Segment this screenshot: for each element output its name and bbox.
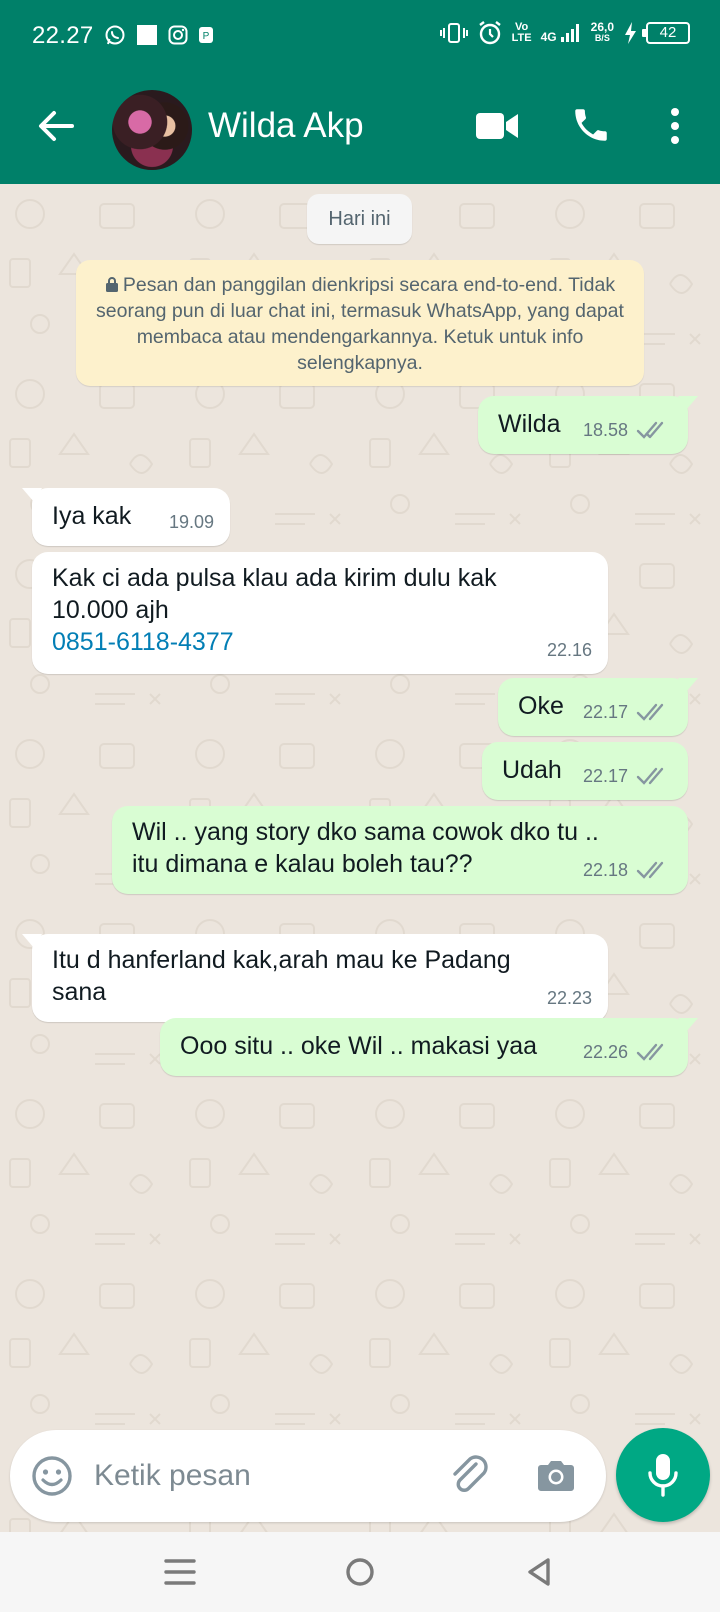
message-time: 22.17 — [582, 702, 628, 722]
message-incoming[interactable]: Itu d hanferland kak,arah mau ke Padang … — [22, 934, 608, 1022]
network-speed: 26,0 B/S — [590, 20, 614, 43]
phone-icon[interactable] — [570, 104, 612, 146]
alarm-icon — [478, 21, 501, 45]
home-icon[interactable] — [340, 1552, 380, 1592]
network-indicator: 4G — [541, 23, 582, 43]
message-outgoing[interactable]: Wilda 18.58 — [478, 396, 698, 454]
svg-text:P: P — [203, 31, 210, 42]
date-chip: Hari ini — [307, 194, 412, 244]
contact-name[interactable]: Wilda Akp — [208, 106, 364, 146]
bubble-tail — [22, 934, 42, 948]
message-outgoing[interactable]: Udah 22.17 — [482, 742, 688, 800]
status-bar: 22.27 P Vo LTE 4G 26,0 B/S 42 — [0, 0, 720, 70]
message-text: Kak ci ada pulsa klau ada kirim dulu kak… — [52, 564, 497, 624]
double-check-icon — [636, 767, 664, 785]
video-camera-icon[interactable] — [474, 108, 520, 144]
message-meta: 18.58 — [583, 414, 672, 446]
message-meta: 22.18 — [583, 854, 672, 886]
message-meta: 22.17 — [583, 696, 672, 728]
bubble-tail — [22, 488, 42, 502]
message-input[interactable] — [94, 1454, 414, 1498]
message-outgoing[interactable]: Wil .. yang story dko sama cowok dko tu … — [112, 806, 688, 894]
message-incoming[interactable]: Iya kak 19.09 — [22, 488, 230, 546]
message-meta: 19.09 — [169, 506, 214, 538]
message-time: 22.16 — [546, 640, 592, 660]
recent-apps-icon[interactable] — [160, 1554, 200, 1590]
message-incoming[interactable]: Kak ci ada pulsa klau ada kirim dulu kak… — [32, 552, 608, 674]
message-text: Oke — [518, 692, 564, 720]
square-notification-icon — [137, 25, 157, 45]
double-check-icon — [636, 703, 664, 721]
status-time: 22.27 — [32, 22, 94, 49]
double-check-icon — [636, 1043, 664, 1061]
encryption-notice[interactable]: Pesan dan panggilan dienkripsi secara en… — [76, 260, 644, 386]
message-text: Itu d hanferland kak,arah mau ke Padang … — [52, 946, 511, 1006]
double-check-icon — [636, 421, 664, 439]
chat-header: Wilda Akp — [0, 70, 720, 184]
avatar[interactable] — [112, 90, 192, 170]
encryption-notice-text: Pesan dan panggilan dienkripsi secara en… — [96, 274, 624, 374]
message-time: 22.26 — [582, 1042, 628, 1062]
vibrate-icon — [439, 23, 468, 43]
message-time: 19.09 — [168, 512, 214, 532]
message-time: 22.17 — [582, 766, 628, 786]
message-meta: 22.23 — [547, 982, 592, 1014]
message-composer — [10, 1430, 606, 1522]
message-text: Udah — [502, 756, 562, 784]
notification-icons: P — [104, 24, 214, 46]
paperclip-icon[interactable] — [446, 1452, 494, 1500]
volte-indicator: Vo LTE — [511, 21, 532, 44]
message-time: 22.18 — [582, 860, 628, 880]
more-vertical-icon[interactable] — [660, 104, 690, 148]
bubble-tail — [678, 396, 698, 410]
chat-area[interactable]: Hari ini Pesan dan panggilan dienkripsi … — [0, 184, 720, 1532]
message-meta: 22.17 — [583, 760, 672, 792]
lock-icon — [105, 277, 118, 292]
app-notification-icon: P — [199, 27, 213, 43]
camera-icon[interactable] — [534, 1454, 578, 1498]
message-time: 18.58 — [582, 420, 628, 440]
emoji-icon[interactable] — [30, 1454, 74, 1498]
microphone-button[interactable] — [616, 1428, 710, 1522]
message-meta: 22.16 — [547, 634, 592, 666]
message-text: Wilda — [498, 410, 561, 438]
arrow-left-icon[interactable] — [34, 104, 78, 148]
instagram-notification-icon — [168, 25, 188, 45]
signal-icon — [560, 24, 579, 42]
message-outgoing[interactable]: Ooo situ .. oke Wil .. makasi yaa 22.26 — [160, 1018, 698, 1076]
whatsapp-notification-icon — [105, 25, 125, 45]
message-time: 22.23 — [546, 988, 592, 1008]
phone-number-link[interactable]: 0851-6118-4377 — [52, 626, 234, 658]
double-check-icon — [636, 861, 664, 879]
back-triangle-icon[interactable] — [520, 1552, 560, 1592]
message-text: Wil .. yang story dko sama cowok dko tu … — [132, 818, 599, 878]
message-text: Iya kak — [52, 502, 132, 530]
system-nav-bar — [0, 1532, 720, 1612]
bubble-tail — [678, 1018, 698, 1032]
system-status-icons: Vo LTE 4G 26,0 B/S 42 — [439, 20, 690, 46]
bubble-tail — [678, 678, 698, 692]
message-meta: 22.26 — [583, 1036, 672, 1068]
charging-icon — [625, 22, 636, 44]
message-outgoing[interactable]: Oke 22.17 — [498, 678, 698, 736]
message-text: Ooo situ .. oke Wil .. makasi yaa — [180, 1032, 538, 1060]
battery-indicator: 42 — [642, 22, 690, 44]
microphone-icon — [648, 1454, 678, 1497]
